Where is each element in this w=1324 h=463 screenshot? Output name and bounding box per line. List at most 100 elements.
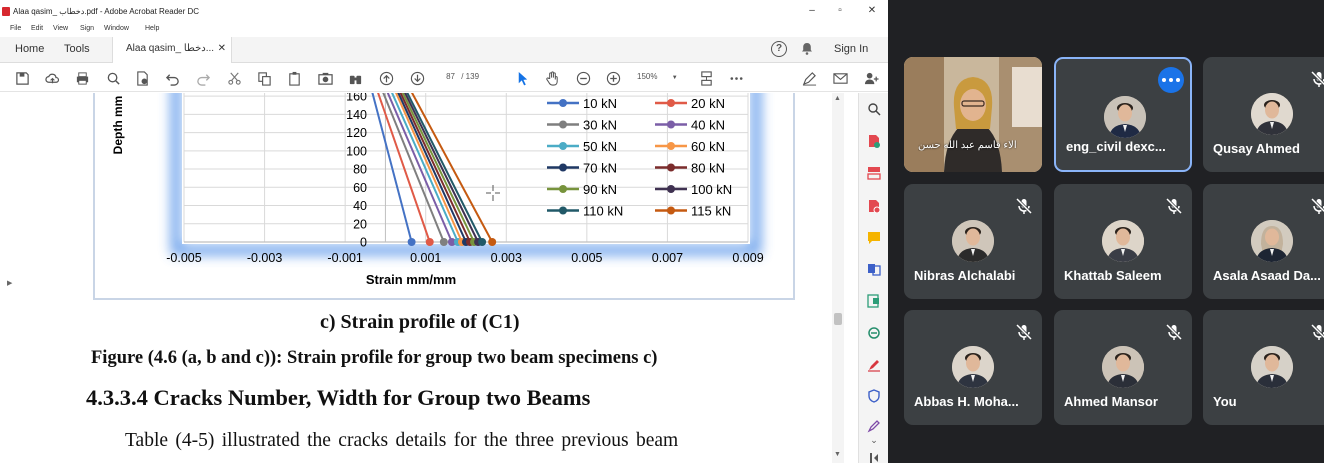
participant-tile[interactable]: Asala Asaad Da... — [1203, 184, 1324, 299]
sign-in-button[interactable]: Sign In — [834, 43, 868, 55]
participant-tile[interactable]: Nibras Alchalabi — [904, 184, 1042, 299]
snapshot-icon[interactable] — [317, 70, 333, 86]
close-window-icon[interactable]: ✕ — [864, 5, 880, 16]
copy-icon[interactable] — [256, 70, 272, 86]
scroll-down-icon[interactable]: ▼ — [834, 451, 841, 458]
bell-icon[interactable] — [801, 42, 813, 58]
legend-marker — [559, 142, 567, 150]
edit-pdf-icon[interactable] — [866, 293, 882, 309]
cut-icon[interactable] — [226, 70, 242, 86]
x-tick-label: -0.003 — [247, 251, 282, 265]
close-tab-icon[interactable]: ✕ — [218, 43, 226, 54]
avatar — [1251, 220, 1293, 262]
comment-icon[interactable] — [866, 230, 882, 246]
legend-marker — [667, 206, 675, 215]
zoom-out-icon[interactable] — [575, 70, 591, 86]
save-icon[interactable] — [14, 70, 30, 86]
email-icon[interactable] — [832, 70, 848, 86]
collapse-panel-icon[interactable] — [866, 450, 882, 463]
scan-ocr-icon[interactable] — [866, 325, 882, 341]
acrobat-window: Alaa qasim_ دخطاب.pdf - Adobe Acrobat Re… — [0, 0, 888, 463]
vertical-scrollbar[interactable]: ▲ ▼ — [832, 93, 844, 463]
protect-shield-icon[interactable] — [866, 388, 882, 404]
participant-tile[interactable]: Qusay Ahmed — [1203, 57, 1324, 172]
tab-tools[interactable]: Tools — [64, 43, 90, 55]
binoculars-icon[interactable] — [347, 70, 363, 86]
participant-tile[interactable]: eng_civil dexc... — [1054, 57, 1192, 172]
menu-file[interactable]: File — [10, 25, 21, 32]
menu-help[interactable]: Help — [145, 25, 159, 32]
legend-marker — [559, 185, 567, 193]
tab-home[interactable]: Home — [15, 43, 44, 55]
hand-tool-icon[interactable] — [544, 70, 560, 86]
legend-marker — [559, 206, 567, 215]
tab-document[interactable]: Alaa qasim_ دخطا... ✕ — [112, 37, 232, 63]
undo-icon[interactable] — [164, 70, 180, 86]
legend-label: 10 kN — [583, 96, 617, 111]
page-down-icon[interactable] — [409, 70, 425, 86]
upload-cloud-icon[interactable] — [44, 70, 60, 86]
y-tick-label: 0 — [360, 236, 367, 250]
x-tick-label: -0.005 — [166, 251, 201, 265]
participant-name: Khattab Saleem — [1064, 268, 1162, 283]
x-tick-label: 0.007 — [652, 251, 683, 265]
x-tick-label: 0.003 — [491, 251, 522, 265]
select-cursor-icon[interactable] — [514, 70, 530, 86]
document-view[interactable]: ▶ -0.005 -0.003 -0.001 0.001 0.003 0.005 0.007… — [0, 93, 858, 463]
legend-label: 90 kN — [583, 182, 617, 197]
y-tick-label: 160 — [346, 93, 367, 104]
y-tick-label: 20 — [353, 217, 367, 231]
mic-muted-icon — [1309, 322, 1324, 342]
legend-label: 60 kN — [691, 139, 725, 154]
print-icon[interactable] — [74, 70, 90, 86]
screen: Alaa qasim_ دخطاب.pdf - Adobe Acrobat Re… — [0, 0, 1324, 463]
scrollbar-thumb[interactable] — [834, 313, 842, 325]
create-pdf-icon[interactable] — [866, 133, 882, 149]
page-current-input[interactable]: 87 — [433, 72, 455, 81]
mic-muted-icon — [1309, 196, 1324, 216]
participant-tile[interactable]: Abbas H. Moha... — [904, 310, 1042, 425]
menu-sign[interactable]: Sign — [80, 25, 94, 32]
paste-icon[interactable] — [286, 70, 302, 86]
zoom-in-icon[interactable] — [605, 70, 621, 86]
page-up-icon[interactable] — [378, 70, 394, 86]
legend-marker — [667, 163, 675, 172]
participant-tile[interactable]: Ahmed Mansor — [1054, 310, 1192, 425]
combine-files-icon[interactable] — [866, 261, 882, 277]
minimize-icon[interactable]: – — [804, 5, 820, 16]
sign-pen-icon[interactable] — [801, 70, 817, 86]
series-point — [478, 238, 487, 246]
participant-name: Ahmed Mansor — [1064, 394, 1158, 409]
participant-video-icon — [904, 57, 1042, 172]
restore-icon[interactable]: ▫ — [832, 5, 848, 16]
fill-sign-icon[interactable] — [866, 357, 882, 373]
legend-label: 115 kN — [691, 204, 731, 219]
more-options-icon[interactable] — [1158, 67, 1184, 93]
menu-edit[interactable]: Edit — [31, 25, 43, 32]
export-pdf-icon[interactable] — [866, 198, 882, 214]
protect-file-icon[interactable] — [134, 70, 150, 86]
zoom-select[interactable]: 150% ▼ — [637, 72, 678, 81]
zoom-search-icon[interactable] — [105, 70, 121, 86]
participant-tile[interactable]: Khattab Saleem — [1054, 184, 1192, 299]
add-user-icon[interactable] — [863, 70, 879, 86]
scroll-mode-icon[interactable] — [698, 70, 714, 86]
participant-name: Qusay Ahmed — [1213, 141, 1300, 156]
legend-marker — [559, 120, 567, 129]
help-icon[interactable]: ? — [771, 41, 787, 57]
zoom-search-tool-icon[interactable] — [866, 101, 882, 117]
menu-window[interactable]: Window — [104, 25, 129, 32]
participant-tile[interactable]: الاء قاسم عبد الله حسن — [904, 57, 1042, 172]
redo-icon[interactable] — [195, 70, 211, 86]
panel-scroll-down-icon[interactable]: ⌄ — [866, 432, 882, 448]
scroll-up-icon[interactable]: ▲ — [834, 95, 841, 102]
right-tools-panel: ⌄ — [858, 93, 888, 463]
avatar — [1251, 346, 1293, 388]
left-panel-toggle[interactable]: ▶ — [0, 93, 18, 463]
participant-tile[interactable]: You — [1203, 310, 1324, 425]
more-tools-icon[interactable] — [728, 70, 744, 86]
section-heading: 4.3.3.4 Cracks Number, Width for Group t… — [86, 385, 591, 410]
expand-left-panel-icon[interactable]: ▶ — [7, 279, 12, 287]
organize-pages-icon[interactable] — [866, 165, 882, 181]
menu-view[interactable]: View — [53, 25, 68, 32]
